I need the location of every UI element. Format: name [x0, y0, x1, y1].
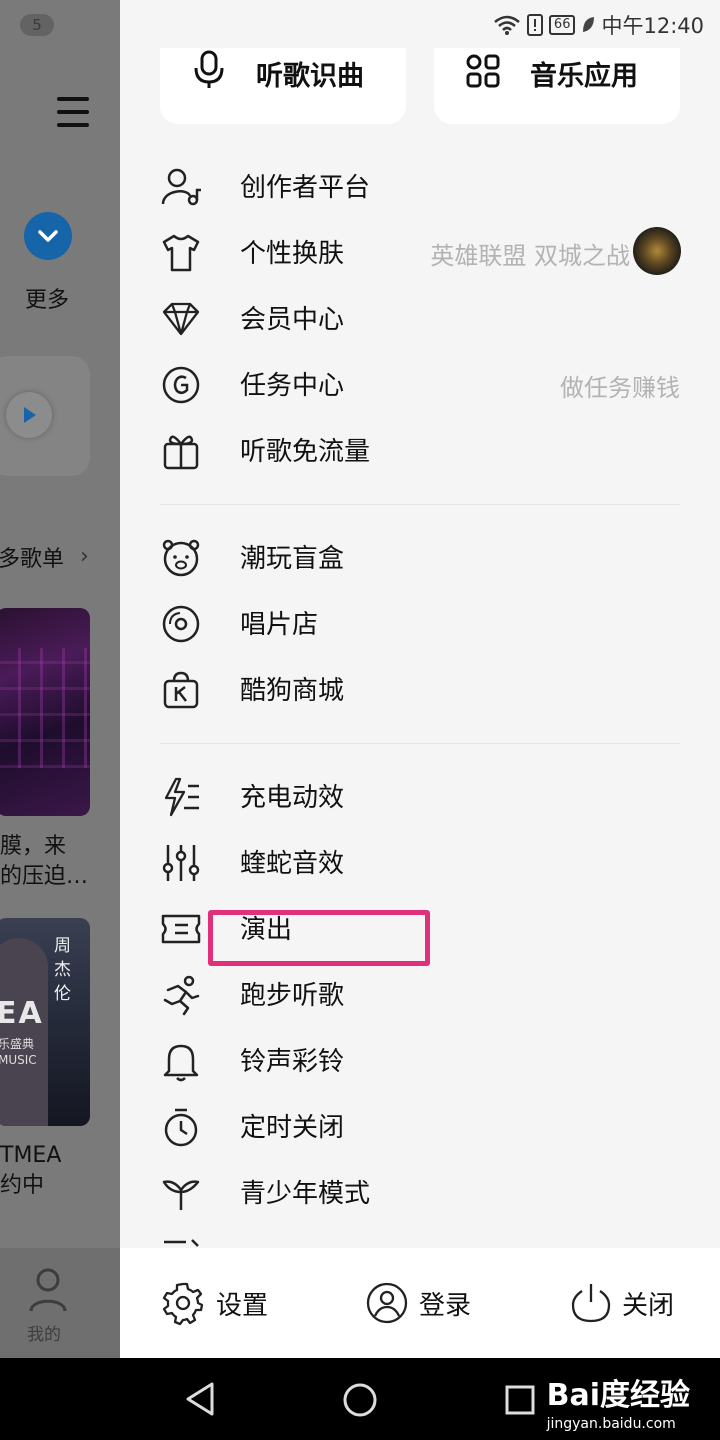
menu-item-task-center[interactable]: 任务中心 做任务赚钱 — [160, 352, 680, 418]
menu-item-ringtone[interactable]: 铃声彩铃 — [160, 1028, 680, 1094]
playlist-caption-1: 膜，来 的压迫… — [0, 834, 89, 889]
gear-icon — [162, 1282, 204, 1326]
running-icon — [163, 975, 200, 1016]
partial-menu-icon — [160, 1238, 202, 1248]
sprout-icon — [162, 1180, 200, 1210]
menu-item-blind-box[interactable]: 潮玩盲盒 — [160, 525, 680, 591]
task-center-hint: 做任务赚钱 — [560, 374, 680, 402]
recognize-song-label: 听歌识曲 — [256, 61, 364, 92]
home-icon[interactable] — [342, 1382, 378, 1418]
menu-item-viper-sound[interactable]: 蝰蛇音效 — [160, 830, 680, 896]
creator-icon — [161, 168, 201, 206]
highlight-box — [208, 910, 430, 966]
playlist-cover-2[interactable]: 周杰伦 EA 乐盛典 MUSIC — [0, 918, 90, 1126]
equalizer-icon — [162, 845, 200, 881]
status-bar: 66 中午12:40 — [493, 10, 704, 40]
menu-item-skin[interactable]: 个性换肤 英雄联盟 双城之战 — [160, 220, 681, 286]
user-circle-icon — [366, 1282, 408, 1324]
bear-icon — [162, 539, 200, 577]
settings-button[interactable]: 设置 — [160, 1278, 268, 1328]
menu-item-teen-mode[interactable]: 青少年模式 — [160, 1160, 680, 1226]
divider — [160, 504, 680, 505]
clock: 中午12:40 — [601, 14, 704, 38]
timer-icon — [164, 1108, 198, 1147]
chevron-down-icon[interactable] — [24, 212, 72, 260]
menu-item-free-data[interactable]: 听歌免流量 — [160, 418, 680, 484]
mic-icon — [194, 50, 224, 88]
menu-item-record-store[interactable]: 唱片店 — [160, 591, 680, 657]
playlist-cover-1[interactable] — [0, 608, 90, 816]
vinyl-icon — [162, 605, 200, 643]
menu-item-charge-effect[interactable]: 充电动效 — [160, 764, 680, 830]
menu-item-sleep-timer[interactable]: 定时关闭 — [160, 1094, 680, 1160]
menu-item-running-music[interactable]: 跑步听歌 — [160, 962, 680, 1028]
skin-current-label: 英雄联盟 双城之战 — [430, 242, 630, 270]
more-label[interactable]: 更多 — [25, 282, 69, 314]
bell-icon — [163, 1044, 199, 1082]
music-apps-label: 音乐应用 — [530, 61, 638, 92]
gift-icon — [163, 435, 199, 470]
diamond-icon — [162, 302, 200, 336]
back-icon[interactable] — [184, 1382, 216, 1416]
ticket-icon — [161, 914, 201, 944]
sim-alert-icon — [526, 14, 543, 36]
close-app-button[interactable]: 关闭 — [570, 1278, 674, 1328]
drawer-bottom-bar: 设置 登录 关闭 — [120, 1248, 720, 1358]
shop-bag-icon — [163, 671, 199, 709]
side-drawer: 66 中午12:40 听歌识曲 音乐应用 创作者平台 个性换肤 英雄联盟 双城之… — [120, 0, 720, 1358]
tab-mine[interactable]: 我的 — [0, 1248, 120, 1358]
notification-badge: 5 — [20, 14, 54, 36]
watermark: Bai度经验 jingyan.baidu.com — [546, 1378, 690, 1432]
menu-item-vip-center[interactable]: 会员中心 — [160, 286, 680, 352]
wifi-icon — [494, 15, 520, 35]
more-playlists-link[interactable]: 多歌单 — [0, 541, 64, 573]
login-button[interactable]: 登录 — [365, 1278, 471, 1328]
play-icon[interactable] — [6, 392, 52, 438]
battery-icon: 66 — [548, 15, 576, 35]
power-icon — [571, 1284, 611, 1323]
background-app: 5 更多 多歌单 › 膜，来 的压迫… 周杰伦 EA 乐盛典 MUSIC TMEA… — [0, 0, 120, 1358]
coin-icon — [162, 366, 200, 404]
user-icon — [29, 1268, 67, 1312]
charge-icon — [164, 777, 199, 817]
recents-icon[interactable] — [504, 1384, 536, 1416]
tshirt-icon — [162, 234, 200, 272]
apps-grid-icon — [466, 54, 500, 88]
music-apps-card[interactable]: 音乐应用 — [434, 48, 680, 124]
menu-item-creator-platform[interactable]: 创作者平台 — [160, 154, 680, 220]
hamburger-menu-icon[interactable] — [57, 97, 89, 127]
menu-item-kugou-mall[interactable]: 酷狗商城 — [160, 657, 680, 723]
divider — [160, 743, 680, 744]
chevron-right-icon: › — [80, 544, 89, 569]
playlist-caption-2: TMEA 约中 — [0, 1143, 62, 1198]
skin-thumbnail — [633, 227, 681, 275]
recognize-song-card[interactable]: 听歌识曲 — [160, 48, 406, 124]
leaf-icon — [583, 17, 595, 32]
